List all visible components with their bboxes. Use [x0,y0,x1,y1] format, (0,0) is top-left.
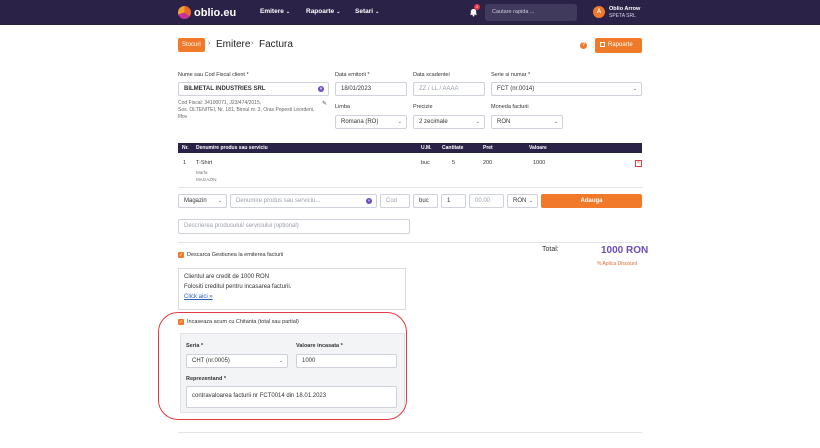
language-label: Limba [335,104,350,110]
chevron-down-icon: ⌄ [632,86,637,92]
row-um: buc [421,160,430,166]
row-product-warehouse: MAGAZIN [196,177,217,182]
top-nav-bar [0,0,820,25]
chevron-down-icon: ⌄ [397,119,402,125]
divider [178,187,642,188]
chevron-down-icon: ⌄ [336,9,341,15]
client-detail-line: Sos. OLTENITEI, Nr. 181, Biroul nr. 3, O… [178,107,315,113]
language-select[interactable]: Romana (RO) ⌄ [335,115,407,129]
nav-rapoarte[interactable]: Rapoarte ⌄ [306,8,340,15]
col-header-value: Valoare [529,145,547,151]
series-label: Serie si numar * [491,72,531,78]
chevron-right-icon: › [208,40,211,47]
add-product-button[interactable]: Adauga [541,194,642,208]
row-currency-select[interactable]: RON ⌄ [507,194,538,208]
chevron-down-icon: ⌄ [285,9,291,15]
delete-row-icon[interactable]: × [635,160,642,167]
stock-checkbox-label: Descarca Gestiunea la emiterea facturii [187,252,284,258]
currency-value: RON [497,119,511,125]
user-name[interactable]: Oblio Arrow [609,6,640,12]
breadcrumb-stocuri-button[interactable]: Stocuri [178,38,205,52]
highlight-annotation [158,312,407,420]
product-description-input[interactable]: Descrierea produsului/ serviciului (opti… [178,219,410,234]
chevron-down-icon: ⌄ [475,119,480,125]
clear-icon[interactable]: × [366,198,372,204]
date-label: Data emitorii * [335,72,370,78]
avatar[interactable]: A [593,6,605,18]
nav-rapoarte-label: Rapoarte [306,8,335,15]
chevron-down-icon: ⌄ [217,198,222,204]
col-header-nr: Nr. [182,145,189,151]
stock-checkbox[interactable]: ✓ [178,252,184,258]
client-detail-line: Cod Fiscal: 34100071, J23/474/2015, [178,100,262,106]
product-placeholder: Denumire produs sau serviciu... [236,198,321,204]
edit-pencil-icon[interactable]: ✎ [322,100,327,107]
help-icon[interactable]: ? [580,42,587,49]
col-header-name: Denumire produs sau serviciu [196,145,268,151]
language-value: Romana (RO) [341,119,379,125]
products-table-header: Nr. Denumire produs sau serviciu U.M. Ca… [178,143,642,153]
row-qty: 5 [452,160,456,166]
col-header-um: U.M. [421,145,432,151]
precision-value: 2 zecimale [419,119,448,125]
col-header-qty: Cantitate [442,145,464,151]
series-value: FCT (nr.0014) [497,86,535,92]
logo-text: oblio.eu [194,6,237,19]
divider [178,432,642,433]
warehouse-value: Magazin [184,198,207,204]
nav-setari[interactable]: Setari ⌄ [355,8,379,15]
code-input[interactable]: Cod [380,194,410,208]
row-nr: 1 [183,160,187,166]
use-credit-link[interactable]: Click aici » [184,294,213,300]
col-header-price: Pret [483,145,493,151]
client-detail-line: Ilfov [178,114,188,120]
quantity-input[interactable]: 1 [441,194,466,208]
warehouse-select[interactable]: Magazin ⌄ [178,194,227,208]
client-value: BILMETAL INDUSTRIES SRL [184,86,266,92]
series-select[interactable]: FCT (nr.0014) ⌄ [491,82,642,96]
user-company: SPETA SRL [609,13,636,19]
oblio-logo-icon [178,6,191,19]
client-label: Nume sau Cod Fiscal client * [178,72,249,78]
credit-amount-text: Clientul are credit de 1000 RON [184,274,270,280]
client-input[interactable]: BILMETAL INDUSTRIES SRL × [178,82,329,96]
total-label: Total: [542,246,559,253]
date-input[interactable]: 18/01/2023 [335,82,407,96]
rapoarte-button[interactable]: Rapoarte [595,38,642,53]
page-title: Factura [259,39,293,50]
due-date-input[interactable]: ZZ / LL / AAAA [413,82,485,96]
breadcrumb-emitere[interactable]: Emitere [216,39,250,50]
currency-select[interactable]: RON ⌄ [491,115,563,129]
chevron-right-icon: › [251,40,254,47]
row-price: 200 [483,160,493,166]
chevron-down-icon: ⌄ [528,198,533,204]
rapoarte-button-label: Rapoarte [608,42,633,48]
report-icon [600,42,605,47]
nav-emitere[interactable]: Emitere ⌄ [260,8,290,15]
precision-select[interactable]: 2 zecimale ⌄ [413,115,485,129]
chevron-down-icon: ⌄ [375,9,380,15]
product-input[interactable]: Denumire produs sau serviciu... × [230,194,377,208]
row-product-type: Marfa [196,170,208,175]
credit-hint-text: Folositi creditul pentru incasarea factu… [184,284,292,290]
search-input[interactable]: Cautare rapida ... [485,4,577,21]
divider [178,242,642,243]
clear-icon[interactable]: × [318,86,324,92]
row-value: 1000 [533,160,546,166]
row-product-name: T-Shirt [196,160,213,166]
nav-setari-label: Setari [355,8,374,15]
client-details: Cod Fiscal: 34100071, J23/474/2015, Sos.… [178,100,314,121]
precision-label: Precizie [413,104,433,110]
chevron-down-icon: ⌄ [553,119,558,125]
due-date-label: Data scadentei [413,72,450,78]
price-input[interactable]: 00.00 [469,194,504,208]
total-value: 1000 RON [601,245,649,256]
currency-label: Moneda facturii [491,104,529,110]
notification-badge: 1 [474,4,480,10]
nav-emitere-label: Emitere [260,8,284,15]
apply-discount-link[interactable]: % Aplica Discount [597,261,637,267]
row-currency-value: RON [513,198,527,204]
um-input[interactable]: buc [413,194,438,208]
oblio-logo[interactable]: oblio.eu [178,6,236,19]
